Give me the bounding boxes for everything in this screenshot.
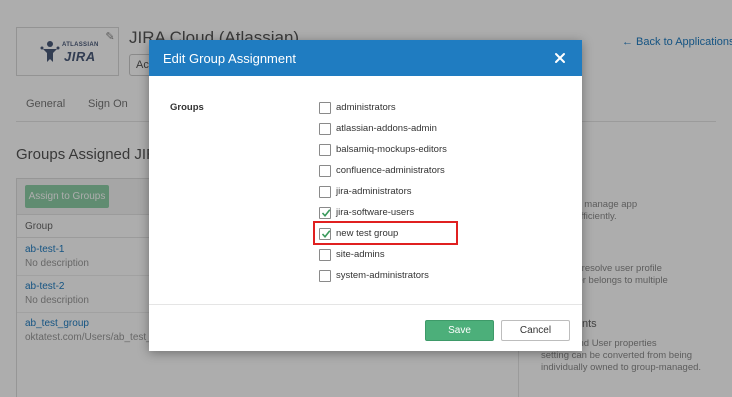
dialog-footer-divider xyxy=(149,304,582,305)
checkbox-confluence-administrators[interactable]: confluence-administrators xyxy=(319,165,459,178)
groups-label: Groups xyxy=(170,102,204,113)
checkbox-site-admins[interactable]: site-admins xyxy=(319,249,459,262)
checkbox[interactable] xyxy=(319,123,331,135)
checkbox-label: confluence-administrators xyxy=(336,165,445,176)
checkbox[interactable] xyxy=(319,102,331,114)
save-button[interactable]: Save xyxy=(425,320,494,341)
checkbox-system-administrators[interactable]: system-administrators xyxy=(319,270,459,283)
checkbox[interactable] xyxy=(319,165,331,177)
checkbox-atlassian-addons-admin[interactable]: atlassian-addons-admin xyxy=(319,123,459,136)
close-icon[interactable] xyxy=(553,51,567,65)
checkbox-jira-software-users[interactable]: jira-software-users xyxy=(319,207,459,220)
checkbox-label: system-administrators xyxy=(336,270,429,281)
checkmark-icon xyxy=(321,209,331,218)
edit-group-assignment-dialog: Edit Group Assignment Groups administrat… xyxy=(149,40,582,351)
dialog-header: Edit Group Assignment xyxy=(149,40,582,76)
annotation-highlight xyxy=(313,221,458,245)
cancel-button[interactable]: Cancel xyxy=(501,320,570,341)
checkbox[interactable] xyxy=(319,270,331,282)
checkbox[interactable] xyxy=(319,186,331,198)
dialog-title: Edit Group Assignment xyxy=(163,51,296,66)
checkbox[interactable] xyxy=(319,249,331,261)
checkbox-label: atlassian-addons-admin xyxy=(336,123,437,134)
checkbox[interactable] xyxy=(319,207,331,219)
checkbox-label: balsamiq-mockups-editors xyxy=(336,144,447,155)
checkbox[interactable] xyxy=(319,144,331,156)
checkbox-label: site-admins xyxy=(336,249,385,260)
checkbox-label: jira-administrators xyxy=(336,186,412,197)
checkbox-jira-administrators[interactable]: jira-administrators xyxy=(319,186,459,199)
checkbox-administrators[interactable]: administrators xyxy=(319,102,459,115)
checkbox-label: jira-software-users xyxy=(336,207,415,218)
checkbox-balsamiq-mockups-editors[interactable]: balsamiq-mockups-editors xyxy=(319,144,459,157)
checkbox-label: administrators xyxy=(336,102,396,113)
